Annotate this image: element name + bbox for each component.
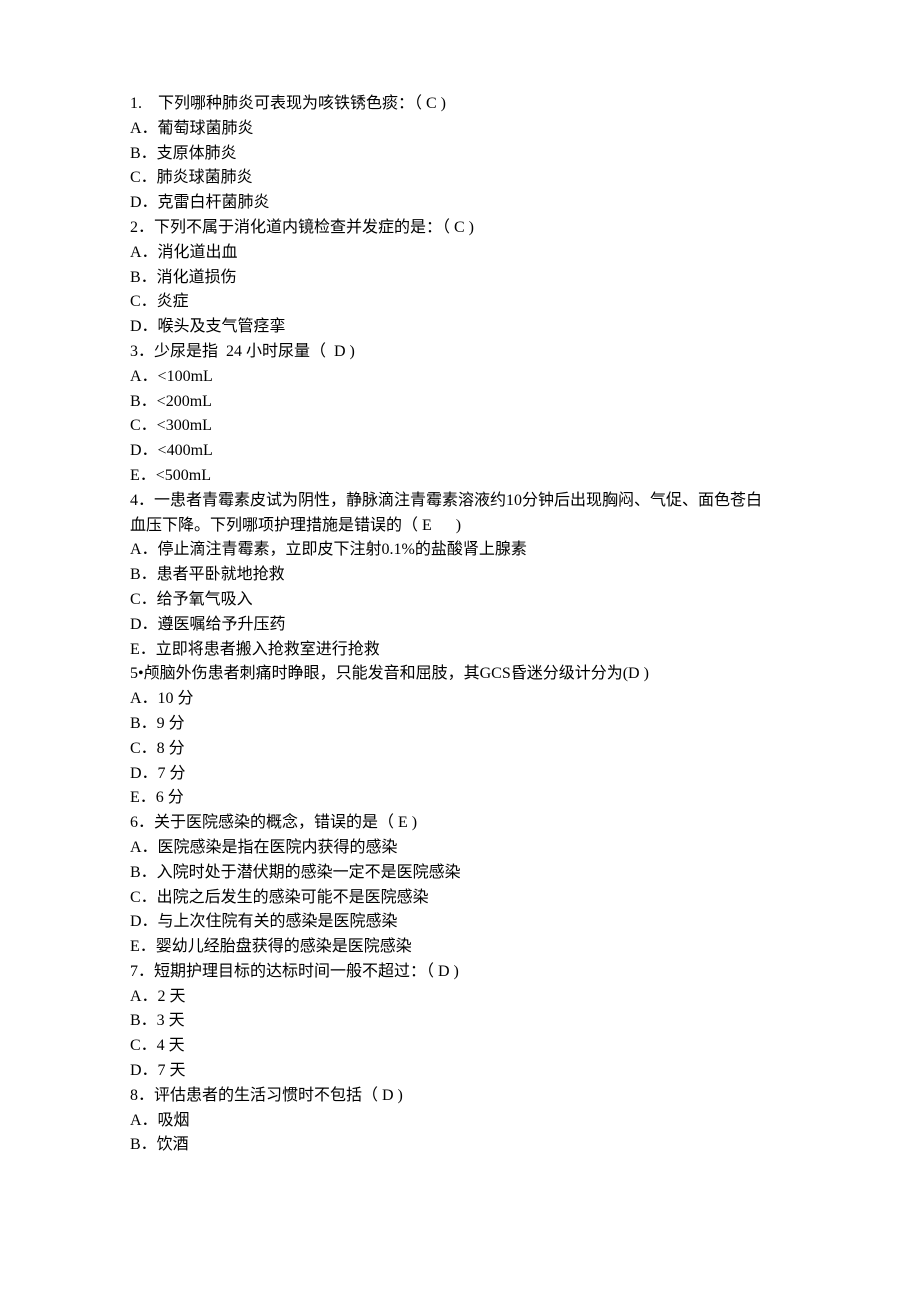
question-option: A．吸烟 xyxy=(130,1109,790,1134)
question-option: E．<500mL xyxy=(130,464,790,489)
question-stem: 4．一患者青霉素皮试为阴性，静脉滴注青霉素溶液约10分钟后出现胸闷、气促、面色苍… xyxy=(130,489,790,514)
question-option: A．医院感染是指在医院内获得的感染 xyxy=(130,836,790,861)
question-option: D．遵医嘱给予升压药 xyxy=(130,613,790,638)
question-option: D．7 分 xyxy=(130,762,790,787)
question-option: C．炎症 xyxy=(130,290,790,315)
question-option: A．<100mL xyxy=(130,365,790,390)
question-stem: 3．少尿是指 24 小时尿量（ D ) xyxy=(130,340,790,365)
question-option: B．<200mL xyxy=(130,390,790,415)
question-option: E．婴幼儿经胎盘获得的感染是医院感染 xyxy=(130,935,790,960)
question-option: D．喉头及支气管痉挛 xyxy=(130,315,790,340)
question-stem: 5•颅脑外伤患者刺痛时睁眼，只能发音和屈肢，其GCS昏迷分级计分为(D ) xyxy=(130,662,790,687)
question-stem: 1. 下列哪种肺炎可表现为咳铁锈色痰：（ C ) xyxy=(130,92,790,117)
question-option: C．肺炎球菌肺炎 xyxy=(130,166,790,191)
question-stem: 血压下降。下列哪项护理措施是错误的（ E ) xyxy=(130,514,790,539)
question-option: B．饮酒 xyxy=(130,1133,790,1158)
question-stem: 8．评估患者的生活习惯时不包括（ D ) xyxy=(130,1084,790,1109)
question-option: C．8 分 xyxy=(130,737,790,762)
question-option: C．出院之后发生的感染可能不是医院感染 xyxy=(130,886,790,911)
question-option: A．10 分 xyxy=(130,687,790,712)
question-option: D．7 天 xyxy=(130,1059,790,1084)
question-option: D．克雷白杆菌肺炎 xyxy=(130,191,790,216)
question-option: B．支原体肺炎 xyxy=(130,142,790,167)
question-stem: 6．关于医院感染的概念，错误的是（ E ) xyxy=(130,811,790,836)
question-option: A．停止滴注青霉素，立即皮下注射0.1%的盐酸肾上腺素 xyxy=(130,538,790,563)
question-option: A．2 天 xyxy=(130,985,790,1010)
question-stem: 2．下列不属于消化道内镜检查并发症的是：（ C ) xyxy=(130,216,790,241)
question-option: D．与上次住院有关的感染是医院感染 xyxy=(130,910,790,935)
question-option: E．6 分 xyxy=(130,786,790,811)
question-option: A．消化道出血 xyxy=(130,241,790,266)
question-option: B．3 天 xyxy=(130,1009,790,1034)
question-option: B．入院时处于潜伏期的感染一定不是医院感染 xyxy=(130,861,790,886)
question-option: E．立即将患者搬入抢救室进行抢救 xyxy=(130,638,790,663)
document-page: 1. 下列哪种肺炎可表现为咳铁锈色痰：（ C )A．葡萄球菌肺炎B．支原体肺炎C… xyxy=(130,92,790,1158)
question-option: B．消化道损伤 xyxy=(130,266,790,291)
question-option: D．<400mL xyxy=(130,439,790,464)
question-option: C．4 天 xyxy=(130,1034,790,1059)
question-option: C．给予氧气吸入 xyxy=(130,588,790,613)
question-option: A．葡萄球菌肺炎 xyxy=(130,117,790,142)
question-option: B．患者平卧就地抢救 xyxy=(130,563,790,588)
question-option: B．9 分 xyxy=(130,712,790,737)
question-stem: 7．短期护理目标的达标时间一般不超过：（ D ) xyxy=(130,960,790,985)
question-option: C．<300mL xyxy=(130,414,790,439)
